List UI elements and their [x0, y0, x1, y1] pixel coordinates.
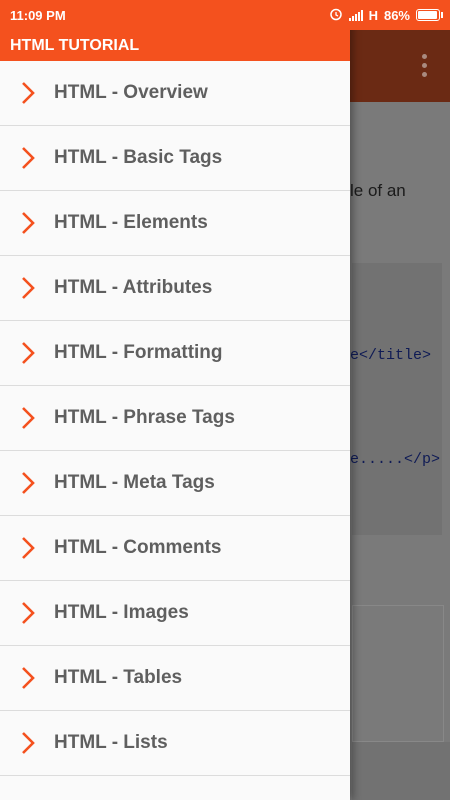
drawer-item-label: HTML - Lists	[54, 732, 168, 753]
drawer-item-images[interactable]: HTML - Images	[0, 581, 350, 646]
drawer-item-label: HTML - Attributes	[54, 277, 213, 298]
chevron-right-icon	[22, 342, 35, 364]
drawer-title: HTML TUTORIAL	[10, 36, 140, 54]
drawer-item-lists[interactable]: HTML - Lists	[0, 711, 350, 776]
chevron-right-icon	[22, 147, 35, 169]
drawer-item-meta-tags[interactable]: HTML - Meta Tags	[0, 451, 350, 516]
overflow-menu-icon	[422, 54, 428, 81]
battery-icon	[416, 9, 443, 21]
background-code-line: e.....</p>	[350, 451, 441, 468]
background-bottom-bar	[352, 742, 450, 800]
drawer-list: HTML - Overview HTML - Basic Tags HTML -…	[0, 61, 350, 776]
drawer-item-label: HTML - Elements	[54, 212, 208, 233]
background-box	[352, 605, 444, 742]
drawer-item-label: HTML - Formatting	[54, 342, 223, 363]
drawer-item-label: HTML - Meta Tags	[54, 472, 215, 493]
battery-fill	[418, 11, 437, 19]
drawer-item-label: HTML - Tables	[54, 667, 183, 688]
drawer-item-phrase-tags[interactable]: HTML - Phrase Tags	[0, 386, 350, 451]
alarm-icon	[329, 7, 343, 24]
chevron-right-icon	[22, 212, 35, 234]
chevron-right-icon	[22, 602, 35, 624]
background-code-line: e</title>	[350, 347, 432, 364]
chevron-right-icon	[22, 472, 35, 494]
chevron-right-icon	[22, 407, 35, 429]
drawer-item-attributes[interactable]: HTML - Attributes	[0, 256, 350, 321]
drawer-item-elements[interactable]: HTML - Elements	[0, 191, 350, 256]
chevron-right-icon	[22, 732, 35, 754]
battery-percent: 86%	[383, 7, 410, 23]
drawer-item-basic-tags[interactable]: HTML - Basic Tags	[0, 126, 350, 191]
chevron-right-icon	[22, 537, 35, 559]
background-code-box	[352, 263, 442, 535]
drawer-item-overview[interactable]: HTML - Overview	[0, 61, 350, 126]
drawer-item-comments[interactable]: HTML - Comments	[0, 516, 350, 581]
chevron-right-icon	[22, 277, 35, 299]
status-time: 11:09 PM	[10, 7, 66, 23]
drawer-item-label: HTML - Basic Tags	[54, 147, 223, 168]
drawer-item-label: HTML - Images	[54, 602, 189, 623]
drawer-item-tables[interactable]: HTML - Tables	[0, 646, 350, 711]
navigation-drawer: HTML TUTORIAL HTML - Overview HTML - Bas…	[0, 0, 350, 800]
status-icons: H 86%	[329, 7, 443, 24]
drawer-item-formatting[interactable]: HTML - Formatting	[0, 321, 350, 386]
drawer-item-label: HTML - Phrase Tags	[54, 407, 235, 428]
signal-icon	[348, 9, 363, 21]
status-bar: 11:09 PM H 86%	[0, 0, 450, 30]
chevron-right-icon	[22, 82, 35, 104]
network-type: H	[368, 7, 378, 23]
drawer-item-label: HTML - Overview	[54, 82, 208, 103]
drawer-item-label: HTML - Comments	[54, 537, 222, 558]
background-text: le of an	[350, 181, 406, 200]
chevron-right-icon	[22, 667, 35, 689]
drawer-header: HTML TUTORIAL	[0, 30, 350, 61]
